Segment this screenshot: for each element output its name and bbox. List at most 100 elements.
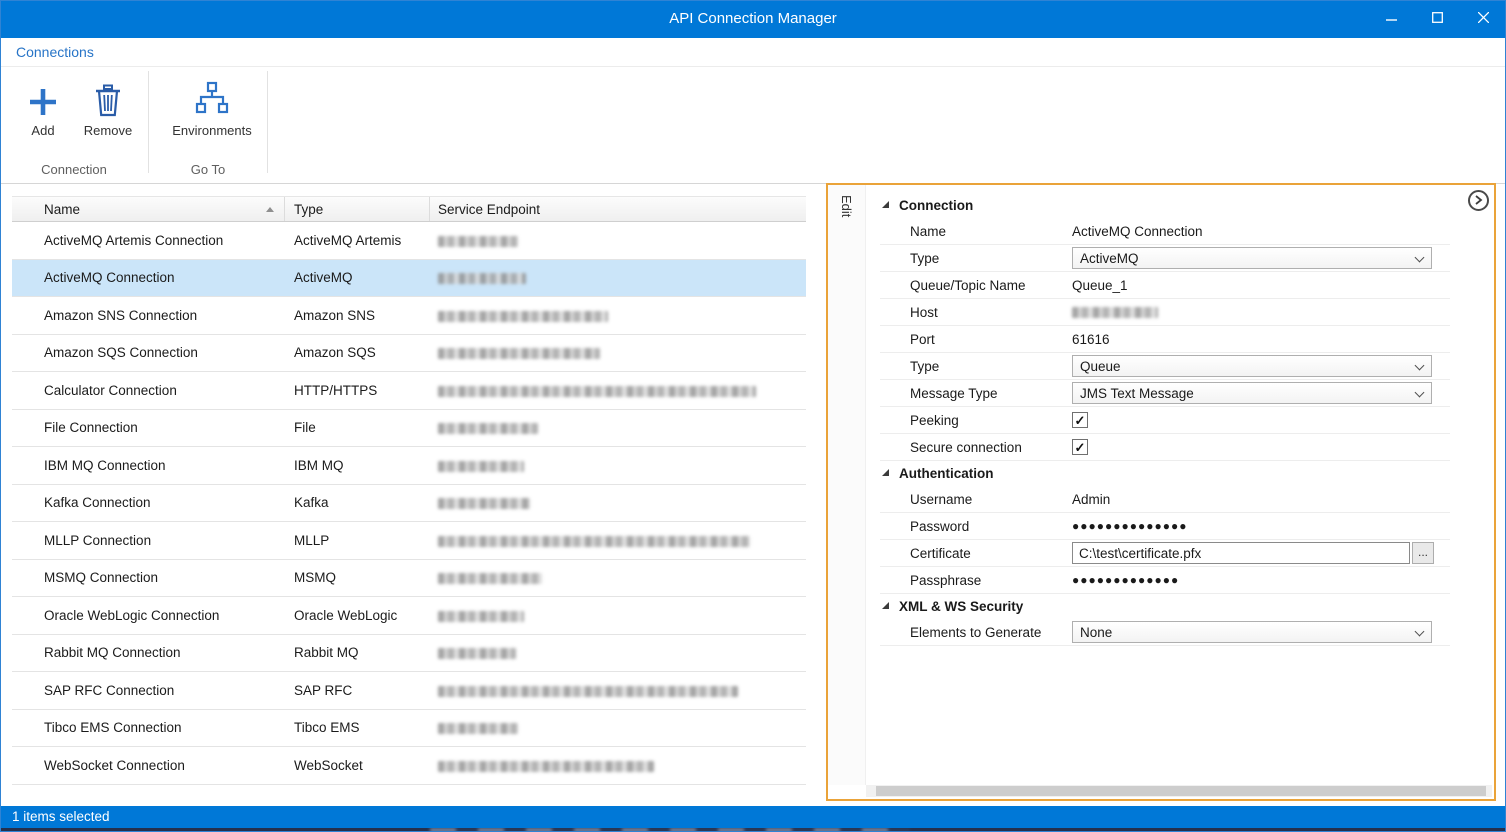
property-label: Type xyxy=(880,251,1072,266)
table-row[interactable]: WebSocket ConnectionWebSocket xyxy=(12,747,806,785)
environments-button[interactable]: Environments xyxy=(164,75,260,138)
table-row[interactable]: Calculator ConnectionHTTP/HTTPS xyxy=(12,372,806,410)
cell-service-endpoint xyxy=(430,383,806,398)
property-value-text: Admin xyxy=(1072,492,1110,507)
cell-type: IBM MQ xyxy=(285,458,430,473)
chevron-down-icon xyxy=(1415,627,1425,637)
table-row[interactable]: MSMQ ConnectionMSMQ xyxy=(12,560,806,598)
cell-name: Kafka Connection xyxy=(12,495,285,510)
cell-type: HTTP/HTTPS xyxy=(285,383,430,398)
cell-type: MSMQ xyxy=(285,570,430,585)
cell-name: Calculator Connection xyxy=(12,383,285,398)
cell-service-endpoint xyxy=(430,420,806,435)
table-row[interactable]: Oracle WebLogic ConnectionOracle WebLogi… xyxy=(12,597,806,635)
table-row[interactable]: IBM MQ ConnectionIBM MQ xyxy=(12,447,806,485)
add-button-label: Add xyxy=(11,123,75,138)
service-endpoint-redacted xyxy=(438,648,516,659)
table-row[interactable]: Tibco EMS ConnectionTibco EMS xyxy=(12,710,806,748)
dropdown-selected-value: ActiveMQ xyxy=(1080,251,1139,266)
table-row[interactable]: Kafka ConnectionKafka xyxy=(12,485,806,523)
cell-name: Amazon SQS Connection xyxy=(12,345,285,360)
cell-service-endpoint xyxy=(430,720,806,735)
close-icon xyxy=(1478,10,1489,28)
cell-type: ActiveMQ xyxy=(285,270,430,285)
window-title: API Connection Manager xyxy=(669,0,837,38)
section-header-authentication[interactable]: Authentication xyxy=(880,461,1450,486)
cell-name: Tibco EMS Connection xyxy=(12,720,285,735)
cell-type: Amazon SQS xyxy=(285,345,430,360)
dropdown-selected-value: JMS Text Message xyxy=(1080,386,1194,401)
cell-name: MLLP Connection xyxy=(12,533,285,548)
browse-button[interactable]: ... xyxy=(1412,542,1434,564)
section-header-xml-ws-security[interactable]: XML & WS Security xyxy=(880,594,1450,619)
section-header-connection[interactable]: Connection xyxy=(880,193,1450,218)
password-dots: ●●●●●●●●●●●●●● xyxy=(1072,519,1187,533)
maximize-button[interactable] xyxy=(1414,0,1460,38)
cell-service-endpoint xyxy=(430,308,806,323)
property-label: Host xyxy=(880,305,1072,320)
edit-tab[interactable]: Edit xyxy=(839,195,854,217)
cell-type: Amazon SNS xyxy=(285,308,430,323)
section-title: Authentication xyxy=(899,466,994,481)
ribbon-group-connection: Connection xyxy=(0,162,148,177)
chevron-down-icon xyxy=(1415,388,1425,398)
table-row[interactable]: ActiveMQ ConnectionActiveMQ xyxy=(12,260,806,298)
table-row[interactable]: Rabbit MQ ConnectionRabbit MQ xyxy=(12,635,806,673)
property-label: Type xyxy=(880,359,1072,374)
remove-button[interactable]: Remove xyxy=(76,75,140,138)
section-expanded-icon xyxy=(882,602,889,609)
horizontal-scrollbar[interactable] xyxy=(866,785,1492,797)
column-header-type-label: Type xyxy=(294,202,323,217)
ribbon-tab-row: Connections xyxy=(0,38,1506,67)
column-header-name-label: Name xyxy=(44,202,80,217)
property-label: Certificate xyxy=(880,546,1072,561)
certificate-input[interactable]: C:\test\certificate.pfx xyxy=(1072,542,1410,564)
table-row[interactable]: SAP RFC ConnectionSAP RFC xyxy=(12,672,806,710)
collapse-panel-button[interactable] xyxy=(1468,190,1489,211)
taskbar-icons-redacted xyxy=(430,828,910,832)
table-row[interactable]: File ConnectionFile xyxy=(12,410,806,448)
service-endpoint-redacted xyxy=(438,273,526,284)
property-label: Peeking xyxy=(880,413,1072,428)
tab-connections[interactable]: Connections xyxy=(16,38,94,66)
scrollbar-thumb[interactable] xyxy=(876,786,1486,796)
property-row-message-type: Message TypeJMS Text Message xyxy=(880,380,1450,407)
ribbon-separator xyxy=(267,71,268,173)
dropdown-elements-to-generate[interactable]: None xyxy=(1072,621,1432,643)
remove-button-label: Remove xyxy=(76,123,140,138)
cell-name: WebSocket Connection xyxy=(12,758,285,773)
dropdown-type[interactable]: ActiveMQ xyxy=(1072,247,1432,269)
checkmark-icon: ✓ xyxy=(1075,441,1086,454)
edit-tab-strip: Edit xyxy=(828,185,866,785)
column-header-type[interactable]: Type xyxy=(285,197,430,221)
service-endpoint-redacted xyxy=(438,573,542,584)
cell-service-endpoint xyxy=(430,270,806,285)
column-header-name[interactable]: Name xyxy=(12,197,285,221)
cell-service-endpoint xyxy=(430,758,806,773)
table-row[interactable]: MLLP ConnectionMLLP xyxy=(12,522,806,560)
table-row[interactable]: ActiveMQ Artemis ConnectionActiveMQ Arte… xyxy=(12,222,806,260)
password-dots: ●●●●●●●●●●●●● xyxy=(1072,573,1179,587)
service-endpoint-redacted xyxy=(438,461,524,472)
cell-type: Rabbit MQ xyxy=(285,645,430,660)
property-row-port: Port61616 xyxy=(880,326,1450,353)
property-label: Username xyxy=(880,492,1072,507)
add-button[interactable]: Add xyxy=(11,75,75,138)
checkbox-secure-connection[interactable]: ✓ xyxy=(1072,439,1088,455)
minimize-button[interactable] xyxy=(1368,0,1414,38)
close-button[interactable] xyxy=(1460,0,1506,38)
cell-name: ActiveMQ Connection xyxy=(12,270,285,285)
cell-name: Oracle WebLogic Connection xyxy=(12,608,285,623)
property-label: Secure connection xyxy=(880,440,1072,455)
section-title: Connection xyxy=(899,198,973,213)
dropdown-message-type[interactable]: JMS Text Message xyxy=(1072,382,1432,404)
column-header-service-endpoint[interactable]: Service Endpoint xyxy=(430,197,806,221)
windows-taskbar-sliver xyxy=(0,828,1506,832)
table-row[interactable]: Amazon SQS ConnectionAmazon SQS xyxy=(12,335,806,373)
cell-service-endpoint xyxy=(430,345,806,360)
dropdown-type[interactable]: Queue xyxy=(1072,355,1432,377)
table-row[interactable]: Amazon SNS ConnectionAmazon SNS xyxy=(12,297,806,335)
checkbox-peeking[interactable]: ✓ xyxy=(1072,412,1088,428)
property-label: Name xyxy=(880,224,1072,239)
connections-table: Name Type Service Endpoint ActiveMQ Arte… xyxy=(12,196,806,785)
